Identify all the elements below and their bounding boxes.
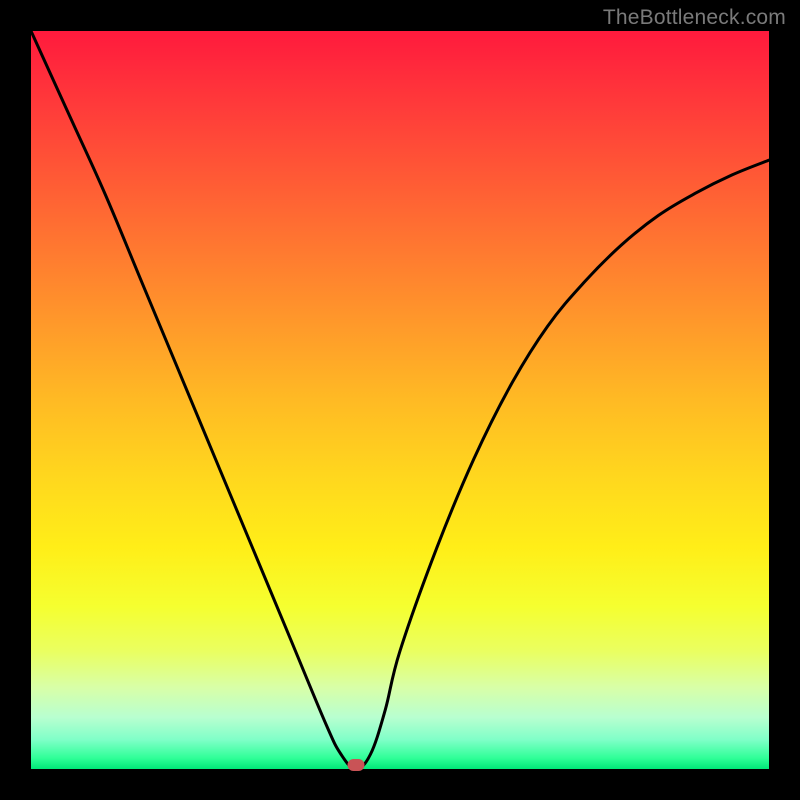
bottleneck-marker	[347, 759, 364, 771]
bottleneck-curve	[31, 31, 769, 769]
chart-plot-area	[31, 31, 769, 769]
watermark-text: TheBottleneck.com	[603, 6, 786, 30]
